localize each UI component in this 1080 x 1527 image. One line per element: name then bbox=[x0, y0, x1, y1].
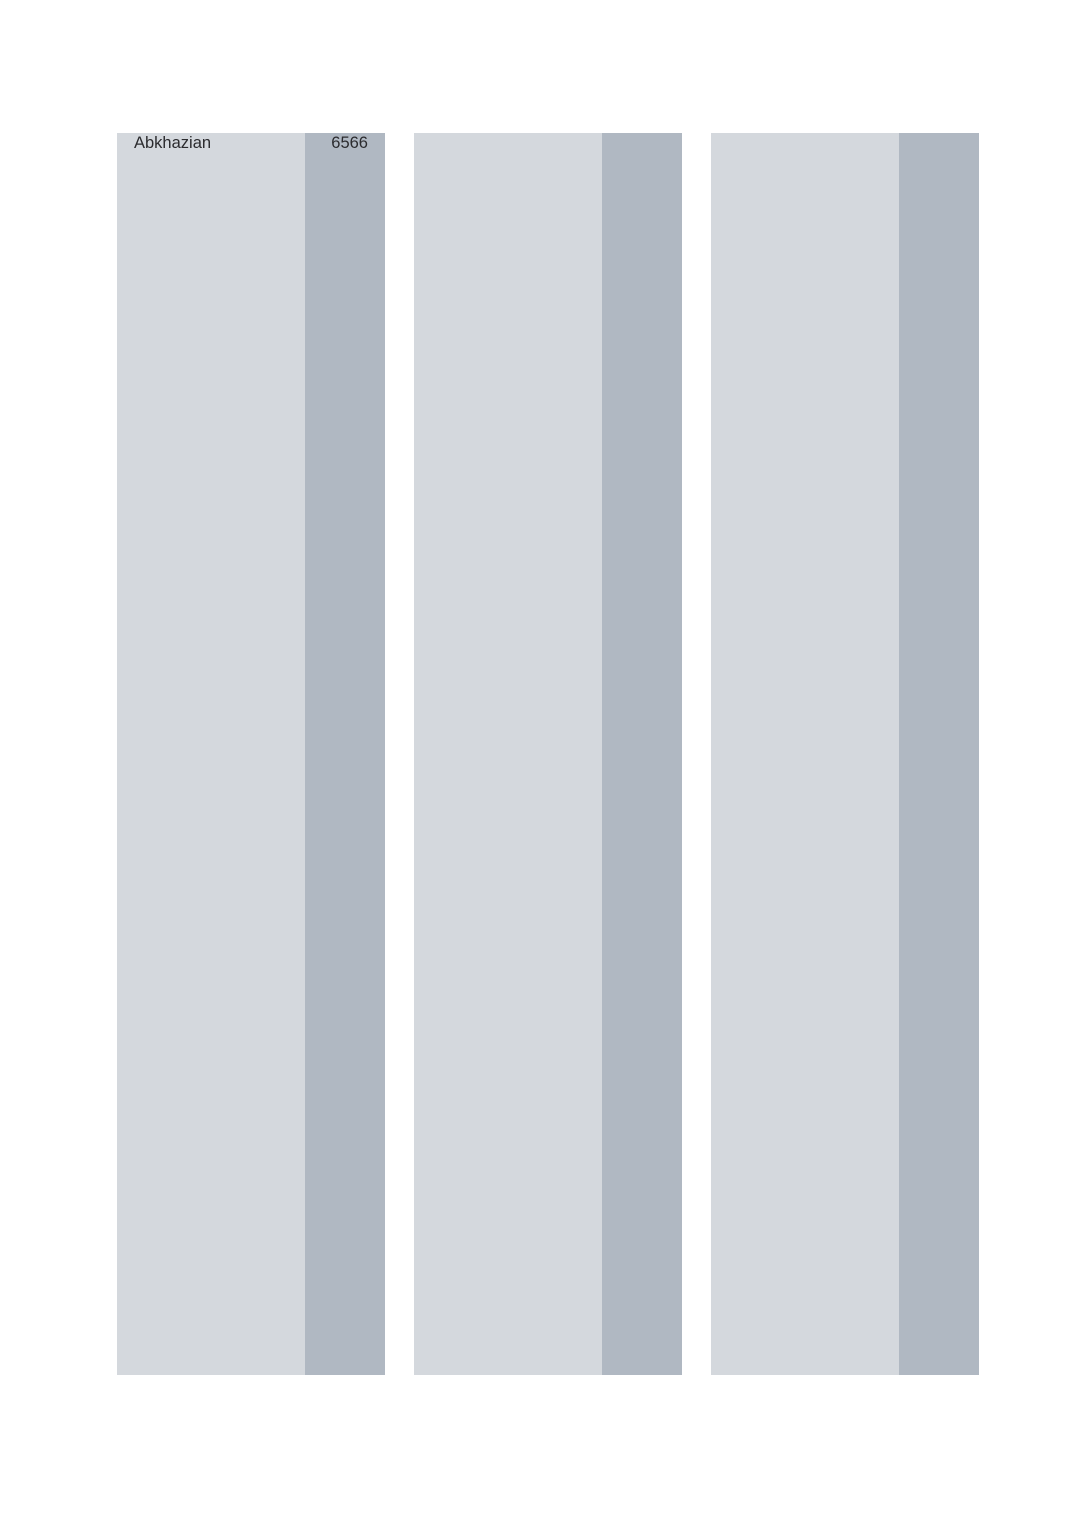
table-row: Abkhazian 6566 bbox=[117, 133, 385, 154]
language-code-table: Abkhazian 6566 bbox=[117, 133, 1017, 1375]
language-rows-1: Abkhazian 6566 bbox=[117, 133, 385, 154]
language-column-2 bbox=[414, 133, 682, 1375]
document-page: Abkhazian 6566 bbox=[0, 0, 1080, 1527]
code-band bbox=[305, 133, 385, 1375]
language-column-1: Abkhazian 6566 bbox=[117, 133, 385, 1375]
code-band bbox=[602, 133, 682, 1375]
language-column-3 bbox=[711, 133, 979, 1375]
code-band bbox=[899, 133, 979, 1375]
language-code: 6566 bbox=[331, 134, 368, 152]
language-name: Abkhazian bbox=[134, 134, 212, 152]
